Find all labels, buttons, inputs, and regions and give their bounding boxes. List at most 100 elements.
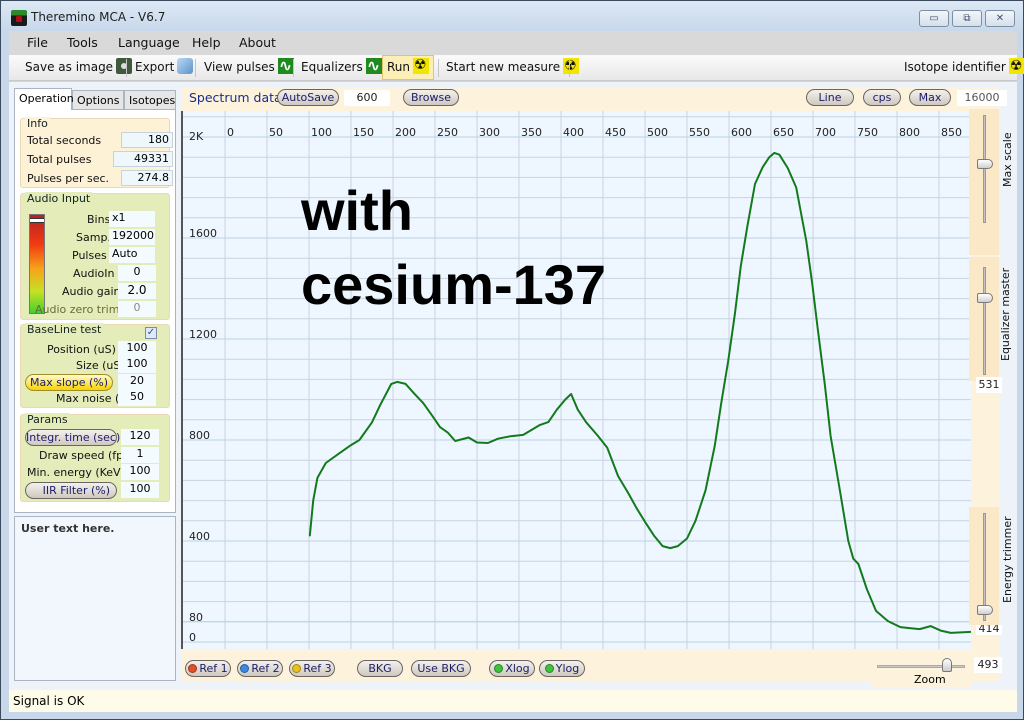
- ref1-button[interactable]: Ref 1: [185, 660, 231, 677]
- run-button[interactable]: Run: [382, 54, 435, 80]
- spectrum-point: [577, 409, 579, 411]
- equalizer-master-value[interactable]: 531: [976, 377, 1002, 393]
- menu-help[interactable]: Help: [192, 35, 221, 50]
- spectrum-point: [720, 401, 723, 403]
- samp-label: Samp.: [76, 231, 111, 244]
- max-scale-slider[interactable]: Max scale: [969, 109, 1014, 255]
- spectrum-point: [358, 439, 360, 441]
- y-tick-label: 0: [189, 631, 196, 644]
- integr-time-value[interactable]: 120: [121, 429, 159, 445]
- audio-gain-value[interactable]: 2.0: [118, 283, 156, 299]
- run-label: Run: [387, 60, 411, 74]
- menu-file[interactable]: File: [27, 35, 48, 50]
- zoom-value[interactable]: 493: [974, 657, 1002, 673]
- autosave-interval-input[interactable]: 600: [344, 90, 390, 106]
- max-button[interactable]: Max: [909, 89, 951, 106]
- spectrum-point: [727, 360, 729, 362]
- spectrum-point: [824, 383, 826, 386]
- max-scale-track: [983, 115, 986, 223]
- save-as-image-button[interactable]: Save as image: [25, 55, 133, 80]
- max-scale-value[interactable]: 16000: [957, 90, 1007, 106]
- energy-trimmer-value[interactable]: 414: [976, 625, 1002, 635]
- max-slope-value[interactable]: 20: [118, 374, 156, 390]
- bkg-button[interactable]: BKG: [357, 660, 403, 677]
- maximize-button[interactable]: ⧉: [952, 10, 982, 27]
- energy-trimmer-thumb[interactable]: [977, 604, 993, 615]
- start-new-measure-button[interactable]: Start new measure: [446, 54, 580, 80]
- use-bkg-button[interactable]: Use BKG: [411, 660, 471, 677]
- min-energy-label: Min. energy (KeV): [27, 466, 125, 479]
- spectrum-point: [930, 625, 932, 627]
- export-button[interactable]: Export: [135, 55, 194, 80]
- equalizers-button[interactable]: Equalizers: [301, 53, 382, 80]
- max-noise-value[interactable]: 50: [118, 390, 156, 406]
- pulses-select[interactable]: Auto: [109, 247, 155, 263]
- baseline-test-checkbox[interactable]: ✓: [145, 327, 157, 339]
- spectrum-point: [795, 186, 797, 189]
- draw-speed-label: Draw speed (fps): [39, 449, 134, 462]
- zoom-thumb[interactable]: [941, 658, 952, 672]
- equalizer-master-track: [983, 267, 986, 375]
- max-slope-button[interactable]: Max slope (%): [25, 374, 113, 391]
- ref2-label: Ref 2: [251, 662, 280, 675]
- xlog-button[interactable]: Xlog: [489, 660, 535, 677]
- minimize-button[interactable]: ▭: [919, 10, 949, 27]
- menu-about[interactable]: About: [239, 35, 276, 50]
- zoom-slider[interactable]: Zoom: [871, 651, 971, 687]
- x-tick-label: 0: [227, 126, 234, 139]
- menu-tools[interactable]: Tools: [67, 35, 98, 50]
- x-tick-label: 300: [479, 126, 500, 139]
- browse-button[interactable]: Browse: [403, 89, 459, 106]
- position-value[interactable]: 100: [118, 341, 156, 357]
- spectrum-point: [768, 156, 770, 158]
- tab-isotopes[interactable]: Isotopes: [124, 90, 176, 110]
- spectrum-plot[interactable]: 0 50 100 150 200 250 300 350 400 450 500 550 600 650 7…: [181, 111, 971, 649]
- samp-select[interactable]: 192000: [109, 229, 155, 245]
- bins-select[interactable]: x1: [109, 211, 155, 227]
- energy-trimmer-slider[interactable]: Energy trimmer: [969, 507, 1014, 625]
- max-scale-thumb[interactable]: [977, 158, 993, 169]
- isotope-identifier-button[interactable]: Isotope identifier: [904, 54, 1024, 80]
- line-button[interactable]: Line: [806, 89, 854, 106]
- iir-filter-button[interactable]: IIR Filter (%): [25, 482, 117, 499]
- spectrum-point: [454, 440, 456, 442]
- tab-options[interactable]: Options: [72, 90, 124, 110]
- camera-icon: [116, 58, 133, 74]
- draw-speed-value[interactable]: 1: [121, 447, 159, 463]
- equalizer-master-slider[interactable]: Equalizer master: [969, 257, 1012, 381]
- spectrum-point: [653, 535, 655, 537]
- audio-zero-trim-value[interactable]: 0: [118, 301, 156, 317]
- spectrum-point: [857, 563, 859, 565]
- autosave-button[interactable]: AutoSave: [277, 89, 339, 106]
- total-pulses-value: 49331: [113, 151, 173, 167]
- baseline-test-title: BaseLine test: [25, 323, 104, 336]
- spectrum-point: [909, 627, 911, 629]
- spectrum-point: [852, 558, 854, 560]
- ref3-button[interactable]: Ref 3: [289, 660, 335, 677]
- bins-label: Bins: [87, 213, 111, 226]
- min-energy-value[interactable]: 100: [121, 464, 159, 480]
- size-value[interactable]: 100: [118, 357, 156, 373]
- tab-operation[interactable]: Operation: [14, 88, 74, 110]
- menu-language[interactable]: Language: [118, 35, 180, 50]
- equalizer-master-thumb[interactable]: [977, 293, 993, 303]
- spectrum-point: [811, 282, 813, 285]
- audioin-value[interactable]: 0: [118, 265, 156, 281]
- ylog-button[interactable]: Ylog: [539, 660, 585, 677]
- ref2-button[interactable]: Ref 2: [237, 660, 283, 677]
- operation-panel: Info Total seconds 180 Total pulses 4933…: [14, 109, 176, 513]
- spectrum-point: [762, 166, 764, 168]
- iir-filter-value[interactable]: 100: [121, 482, 159, 498]
- toolbar-separator: [195, 59, 196, 77]
- integr-time-button[interactable]: Integr. time (sec): [25, 429, 120, 446]
- annotation-line-1: with: [301, 179, 413, 242]
- export-label: Export: [135, 60, 175, 74]
- max-scale-label: Max scale: [1001, 132, 1014, 187]
- user-text-area[interactable]: User text here.: [14, 516, 176, 681]
- cps-button[interactable]: cps: [863, 89, 901, 106]
- view-pulses-button[interactable]: View pulses: [204, 53, 294, 80]
- window-title: Theremino MCA - V6.7: [31, 10, 166, 24]
- audio-zero-trim-label: Audio zero trim: [35, 303, 120, 316]
- spectrum-point: [662, 545, 664, 547]
- close-button[interactable]: ✕: [985, 10, 1015, 27]
